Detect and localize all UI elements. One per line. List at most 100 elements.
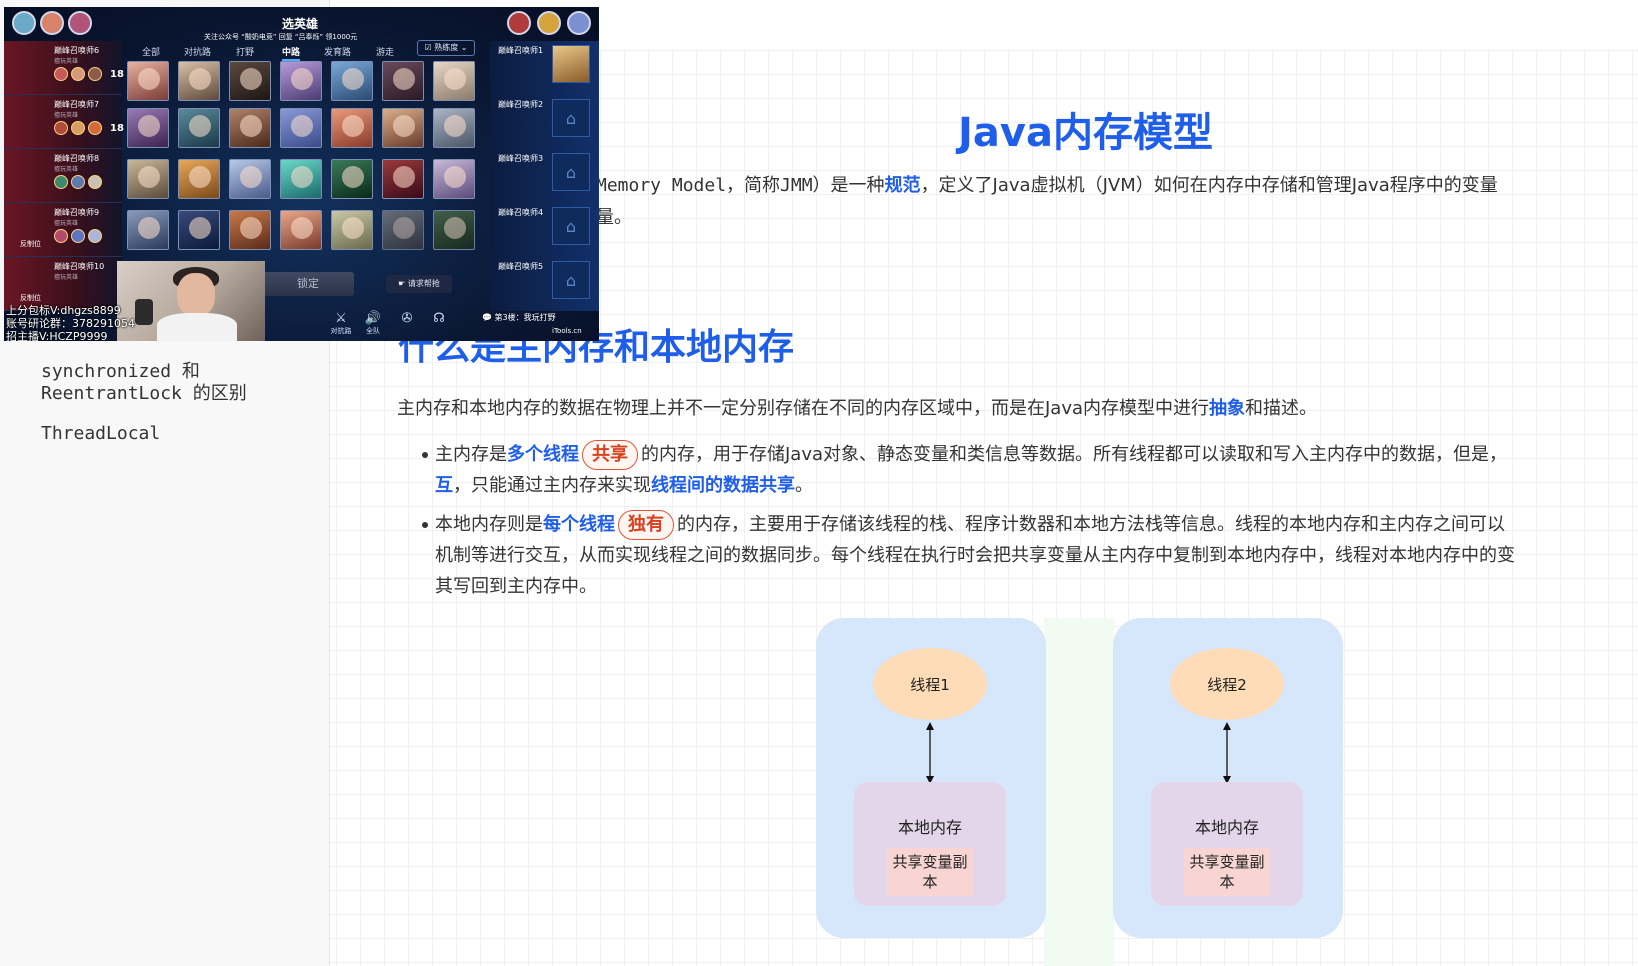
player-name: 巅峰召唤师7 — [54, 100, 100, 109]
game-title: 选英雄 — [282, 17, 319, 31]
player-sub: 擅玩英雄 — [54, 112, 79, 119]
bullet-dot — [422, 522, 428, 528]
hero-portrait — [189, 217, 211, 239]
hero-card[interactable] — [229, 210, 271, 250]
hero-portrait — [393, 68, 415, 90]
toc-item-line: synchronized 和 — [41, 361, 200, 382]
hero-portrait — [291, 115, 313, 137]
keyword-link[interactable]: 抽象 — [1209, 398, 1245, 419]
hero-card[interactable] — [178, 159, 220, 199]
empty-slot-icon: ⌂ — [552, 261, 590, 299]
keyword-link[interactable]: 规范 — [885, 175, 921, 196]
hero-card[interactable] — [229, 61, 271, 101]
mic-button[interactable]: ✇ — [394, 311, 420, 339]
ally-player-slot: 巅峰召唤师1 — [490, 41, 599, 95]
tab-bot-lane[interactable]: 发育路 — [324, 45, 351, 58]
hero-card[interactable] — [178, 210, 220, 250]
hero-card-locked[interactable] — [382, 210, 424, 250]
hero-card[interactable] — [280, 108, 322, 148]
hero-card[interactable] — [127, 61, 169, 101]
sort-dropdown[interactable]: ☑ 熟练度 ⌄ — [417, 40, 475, 56]
hero-card[interactable] — [382, 61, 424, 101]
bullet-text: 。 — [795, 475, 813, 496]
request-help-button[interactable]: ☛ 请求帮抢 — [386, 275, 452, 293]
bullet-text: ，只能通过主内存来实现 — [453, 475, 651, 496]
team-avatar — [68, 11, 92, 35]
hero-card[interactable] — [178, 61, 220, 101]
sort-icon: ☑ — [424, 43, 432, 52]
tab-all[interactable]: 全部 — [142, 45, 160, 58]
hero-portrait — [291, 166, 313, 188]
toc-item-synchronized-reentrantlock[interactable]: synchronized 和 ReentrantLock 的区别 — [41, 361, 247, 405]
icon-label: 对抗路 — [330, 327, 352, 335]
bullet-item-local-memory-line2: 机制等进行交互，从而实现线程之间的数据同步。每个线程在执行时会把共享变量从主内存… — [435, 545, 1515, 566]
hero-card[interactable] — [382, 108, 424, 148]
lock-hero-button[interactable]: 锁定 — [262, 272, 354, 296]
empty-slot-icon: ⌂ — [552, 207, 590, 245]
hero-card[interactable] — [433, 159, 475, 199]
lane-chat-button[interactable]: ⚔ 对抗路 — [328, 311, 354, 339]
hero-card[interactable] — [331, 159, 373, 199]
enemy-player-slot: 巅峰召唤师9 擅玩英雄 反制位 — [4, 203, 122, 257]
ally-player-slot: ⌂ 巅峰召唤师4 — [490, 203, 599, 257]
hero-card[interactable] — [433, 108, 475, 148]
hero-card[interactable] — [280, 61, 322, 101]
keyword-link[interactable]: 多个线程 — [507, 444, 579, 465]
hero-portrait — [393, 115, 415, 137]
hero-card[interactable] — [433, 61, 475, 101]
player-name: 巅峰召唤师6 — [54, 46, 100, 55]
hero-card[interactable] — [280, 210, 322, 250]
tab-top-lane[interactable]: 对抗路 — [184, 45, 211, 58]
chat-text: 第3楼：我玩打野 — [494, 313, 556, 322]
hero-card[interactable] — [331, 61, 373, 101]
team-voice-button[interactable]: 🔊 全队 — [360, 311, 386, 339]
hand-icon: ☛ — [398, 279, 406, 288]
player-sub: 擅玩英雄 — [54, 166, 79, 173]
bullet-text: 主内存是 — [435, 444, 507, 465]
hero-card[interactable] — [178, 108, 220, 148]
thread-box-2: 线程2 本地内存 共享变量副 本 — [1113, 618, 1343, 938]
voice-button[interactable]: ☊ — [426, 311, 452, 339]
speaker-icon: 🔊 — [364, 311, 382, 326]
team-avatar — [507, 11, 531, 35]
hero-card[interactable] — [331, 210, 373, 250]
toc-item-line: ThreadLocal — [41, 423, 161, 444]
hero-portrait — [138, 68, 160, 90]
hero-card-locked[interactable] — [433, 210, 475, 250]
bullet-item-main-memory: 主内存是多个线程 共享 的内存，用于存储Java对象、静态变量和类信息等数据。所有线… — [435, 439, 1507, 471]
hero-mini-avatar — [88, 121, 102, 135]
bullet-text: 的内存，主要用于存储该线程的栈、程序计数器和本地方法栈等信息。线程的本地内存和主… — [677, 514, 1505, 535]
toc-item-threadlocal[interactable]: ThreadLocal — [41, 423, 160, 445]
local-memory-label: 本地内存 — [897, 818, 962, 837]
hero-card[interactable] — [229, 159, 271, 199]
tag-badge: 独有 — [618, 510, 674, 540]
hero-portrait — [240, 217, 262, 239]
player-name: 巅峰召唤师5 — [498, 262, 544, 271]
hero-card[interactable] — [229, 108, 271, 148]
team-avatar — [40, 11, 64, 35]
hero-mini-avatar — [54, 67, 68, 81]
tab-jungle[interactable]: 打野 — [236, 45, 254, 58]
double-arrow-icon — [926, 722, 934, 784]
tab-mid-lane[interactable]: 中路 — [282, 45, 301, 61]
hero-card[interactable] — [280, 159, 322, 199]
keyword-link[interactable]: 互 — [435, 475, 453, 496]
team-avatar — [12, 11, 36, 35]
hero-card[interactable] — [382, 159, 424, 199]
player-name: 巅峰召唤师10 — [54, 262, 105, 271]
hero-portrait — [138, 115, 160, 137]
hero-portrait — [291, 217, 313, 239]
keyword-link[interactable]: 每个线程 — [543, 514, 615, 535]
hero-portrait — [240, 166, 262, 188]
hero-card[interactable] — [127, 159, 169, 199]
ally-player-slot: ⌂ 巅峰召唤师3 — [490, 149, 599, 203]
hero-card[interactable] — [127, 210, 169, 250]
team-avatar — [567, 11, 591, 35]
hero-card[interactable] — [127, 108, 169, 148]
player-name: 巅峰召唤师2 — [498, 100, 544, 109]
keyword-link[interactable]: 线程间的数据共享 — [651, 475, 795, 496]
tab-roam[interactable]: 游走 — [376, 45, 394, 58]
hero-portrait — [393, 166, 415, 188]
hero-card[interactable] — [331, 108, 373, 148]
thread-box-1: 线程1 本地内存 共享变量副 本 — [816, 618, 1046, 938]
